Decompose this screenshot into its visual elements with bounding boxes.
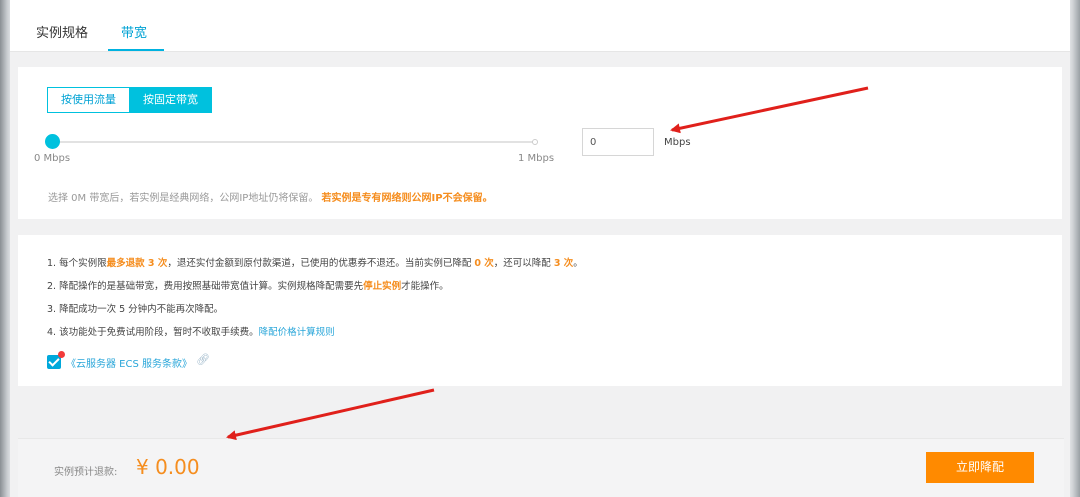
rule-text: 才能操作。 (401, 281, 449, 292)
rule-highlight: 3 次 (553, 258, 574, 269)
rule-text: 。 (573, 258, 583, 269)
rule-text: 2. 降配操作的是基础带宽，费用按照基础带宽值计算。实例规格降配需要先 (47, 281, 364, 292)
bandwidth-card: 按使用流量 按固定带宽 0 Mbps 1 Mbps Mbps 选择 0M 带宽后… (18, 67, 1062, 219)
rule-text: ，还可以降配 (493, 258, 554, 269)
slider-min-label: 0 Mbps (34, 153, 71, 164)
terms-link[interactable]: 《云服务器 ECS 服务条款》 (66, 355, 192, 370)
rule-text: 1. 每个实例限 (47, 258, 107, 269)
bandwidth-note-warning: 若实例是专有网络则公网IP不会保留。 (321, 193, 493, 204)
rule-highlight: 0 次 (474, 258, 494, 269)
bandwidth-slider-handle[interactable] (45, 134, 60, 149)
bandwidth-note: 选择 0M 带宽后，若实例是经典网络，公网IP地址仍将保留。 若实例是专有网络则… (48, 189, 493, 204)
rule-text: ，退还实付金额到原付款渠道，已使用的优惠券不退还。当前实例已降配 (167, 258, 475, 269)
bandwidth-input[interactable] (582, 128, 654, 156)
slider-max-endpoint (532, 139, 538, 145)
rule-item: 2. 降配操作的是基础带宽，费用按照基础带宽值计算。实例规格降配需要先停止实例才… (47, 278, 449, 292)
downgrade-panel: 实例规格 带宽 按使用流量 按固定带宽 0 Mbps 1 Mbps Mbps 选… (10, 0, 1070, 497)
slider-max-label: 1 Mbps (518, 153, 555, 164)
pricing-rules-link[interactable]: 降配价格计算规则 (259, 327, 335, 338)
tab-bar: 实例规格 带宽 (10, 0, 1070, 52)
mode-fixed-bandwidth-button[interactable]: 按固定带宽 (129, 87, 212, 113)
bandwidth-note-text: 选择 0M 带宽后，若实例是经典网络，公网IP地址仍将保留。 (48, 193, 319, 204)
rule-item: 1. 每个实例限最多退款 3 次，退还实付金额到原付款渠道，已使用的优惠券不退还… (47, 255, 583, 269)
tab-instance-spec[interactable]: 实例规格 (36, 22, 88, 41)
rule-highlight: 停止实例 (363, 281, 402, 292)
tab-bandwidth[interactable]: 带宽 (121, 22, 147, 41)
active-tab-indicator (108, 49, 164, 51)
required-dot (58, 351, 65, 358)
rule-item: 4. 该功能处于免费试用阶段，暂时不收取手续费。降配价格计算规则 (47, 324, 335, 338)
bandwidth-unit-label: Mbps (664, 137, 691, 148)
rule-text: 4. 该功能处于免费试用阶段，暂时不收取手续费。 (47, 327, 259, 338)
mode-by-traffic-button[interactable]: 按使用流量 (47, 87, 130, 113)
link-icon[interactable]: 🔗︎ (196, 353, 210, 366)
bandwidth-slider-track[interactable] (51, 141, 536, 143)
rule-text: 3. 降配成功一次 5 分钟内不能再次降配。 (47, 304, 224, 315)
rule-highlight: 最多退款 3 次 (106, 258, 168, 269)
refund-label: 实例预计退款: (54, 467, 118, 478)
downgrade-now-button[interactable]: 立即降配 (926, 452, 1034, 483)
footer-bar: 实例预计退款: ¥ 0.00 立即降配 (18, 438, 1064, 497)
refund-amount: ¥ 0.00 (136, 455, 200, 479)
rule-item: 3. 降配成功一次 5 分钟内不能再次降配。 (47, 301, 223, 315)
rules-card: 1. 每个实例限最多退款 3 次，退还实付金额到原付款渠道，已使用的优惠券不退还… (18, 235, 1062, 386)
